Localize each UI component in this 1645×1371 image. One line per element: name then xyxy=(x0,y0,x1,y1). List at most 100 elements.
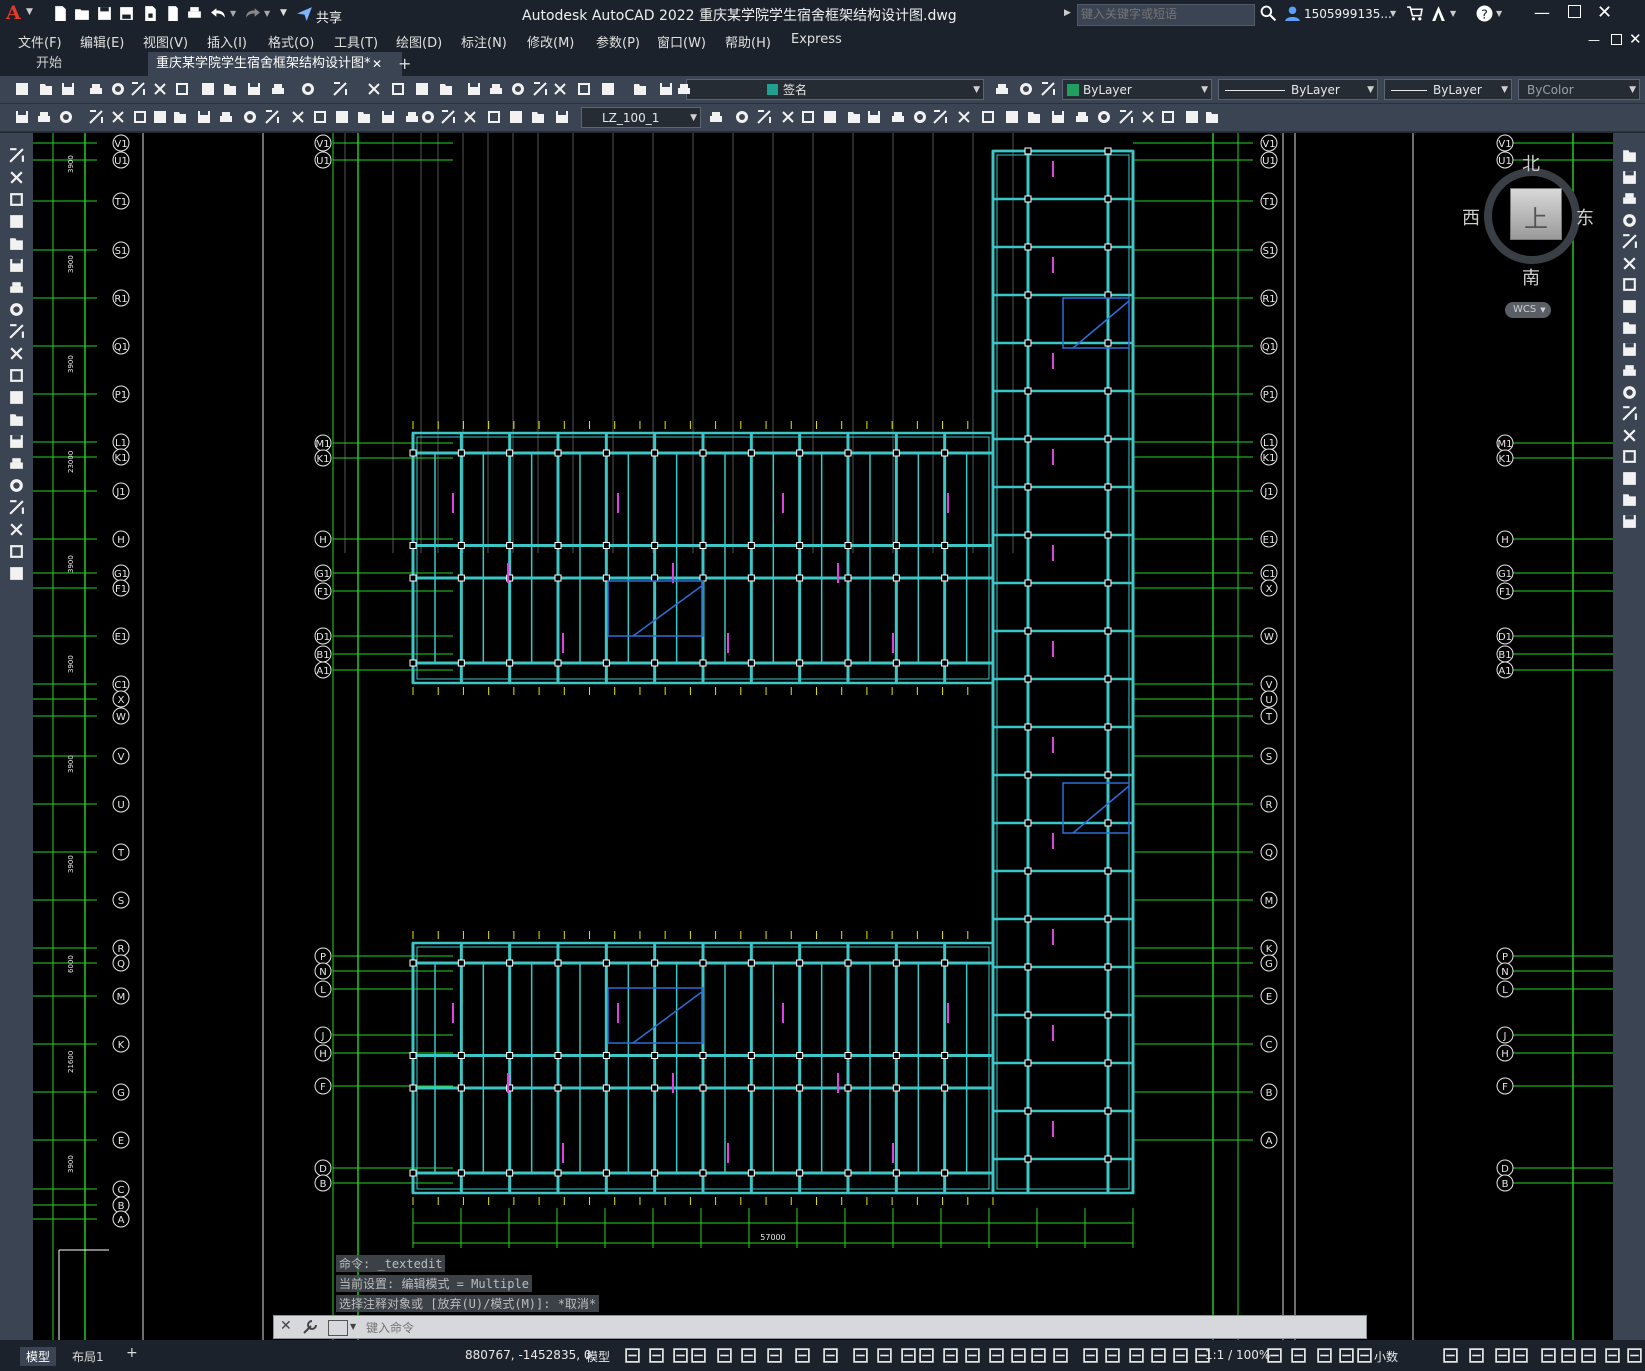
modify-tool-48-icon[interactable] xyxy=(1204,109,1220,125)
compass-east[interactable]: 东 xyxy=(1576,204,1594,230)
modify-tool-19-icon[interactable] xyxy=(420,109,436,125)
modify-side-tool-7-icon[interactable] xyxy=(1621,276,1638,293)
a360-chevron-icon[interactable]: ▼ xyxy=(1450,9,1456,18)
viewcube[interactable]: 上 北 南 西 东 xyxy=(1462,154,1594,289)
model-space-label[interactable]: 模型 xyxy=(586,1348,610,1365)
customize-chevron-icon[interactable]: ▼ xyxy=(280,8,287,18)
draw-tool-2-icon[interactable] xyxy=(8,169,25,186)
command-recent-icon[interactable] xyxy=(328,1320,348,1336)
menu-format[interactable]: 格式(O) xyxy=(268,32,314,51)
standard-tool-13-icon[interactable] xyxy=(300,81,316,97)
share-icon[interactable] xyxy=(296,5,313,22)
autodesk-a360-icon[interactable] xyxy=(1430,5,1447,22)
standard-tool-16-icon[interactable] xyxy=(390,81,406,97)
draw-tool-9-icon[interactable] xyxy=(8,323,25,340)
modify-tool-46-icon[interactable] xyxy=(1160,109,1176,125)
standard-tool-20-icon[interactable] xyxy=(488,81,504,97)
standard-tool-24-icon[interactable] xyxy=(576,81,592,97)
modify-tool-30-icon[interactable] xyxy=(800,109,816,125)
plotstyle-combo[interactable]: ByColor ▼ xyxy=(1518,79,1640,100)
linetype-combo[interactable]: ByLayer ▼ xyxy=(1218,79,1378,100)
menu-draw[interactable]: 绘图(D) xyxy=(396,32,442,51)
modify-tool-26-icon[interactable] xyxy=(708,109,724,125)
save-as-icon[interactable] xyxy=(118,5,135,22)
modify-tool-34-icon[interactable] xyxy=(890,109,906,125)
status-toggle-24-icon[interactable] xyxy=(1172,1347,1189,1364)
menu-modify[interactable]: 修改(M) xyxy=(527,32,574,51)
modify-tool-36-icon[interactable] xyxy=(932,109,948,125)
command-input[interactable] xyxy=(364,1318,1268,1338)
standard-tool-12-icon[interactable] xyxy=(270,81,286,97)
status-toggle-19-icon[interactable] xyxy=(1052,1347,1069,1364)
modify-tool-23-icon[interactable] xyxy=(508,109,524,125)
tab-start[interactable]: 开始 xyxy=(28,52,70,76)
modify-side-tool-16-icon[interactable] xyxy=(1621,470,1638,487)
standard-tool-2-icon[interactable] xyxy=(38,81,54,97)
standard-tool-27-icon[interactable] xyxy=(658,81,674,97)
undo-icon[interactable] xyxy=(210,5,227,22)
standard-tool-21-icon[interactable] xyxy=(510,81,526,97)
modify-tool-21-icon[interactable] xyxy=(462,109,478,125)
status-toggle-25-icon[interactable] xyxy=(1194,1347,1211,1364)
status-toggle-31-icon[interactable] xyxy=(1442,1347,1459,1364)
layer-tool-1-icon[interactable] xyxy=(994,81,1010,97)
modify-tool-7-icon[interactable] xyxy=(152,109,168,125)
menu-window[interactable]: 窗口(W) xyxy=(657,32,706,51)
status-toggle-11-icon[interactable] xyxy=(876,1347,893,1364)
status-toggle-23-icon[interactable] xyxy=(1150,1347,1167,1364)
draw-tool-13-icon[interactable] xyxy=(8,411,25,428)
standard-tool-9-icon[interactable] xyxy=(200,81,216,97)
status-toggle-27-icon[interactable] xyxy=(1290,1347,1307,1364)
status-toggle-18-icon[interactable] xyxy=(1030,1347,1047,1364)
cart-icon[interactable] xyxy=(1406,5,1423,22)
new-tab-button[interactable]: + xyxy=(398,54,411,73)
modify-side-tool-1-icon[interactable] xyxy=(1621,147,1638,164)
user-icon[interactable] xyxy=(1284,5,1301,22)
status-toggle-34-icon[interactable] xyxy=(1512,1347,1529,1364)
share-label[interactable]: 共享 xyxy=(316,7,342,26)
modify-tool-31-icon[interactable] xyxy=(822,109,838,125)
modify-side-tool-9-icon[interactable] xyxy=(1621,319,1638,336)
draw-tool-1-icon[interactable] xyxy=(8,147,25,164)
redo-chevron-icon[interactable]: ▼ xyxy=(264,9,270,18)
new-file-icon[interactable] xyxy=(52,5,69,22)
status-toggle-10-icon[interactable] xyxy=(852,1347,869,1364)
status-toggle-33-icon[interactable] xyxy=(1494,1347,1511,1364)
menu-help[interactable]: 帮助(H) xyxy=(725,32,771,51)
modify-side-tool-17-icon[interactable] xyxy=(1621,491,1638,508)
close-window-icon[interactable]: ✕ xyxy=(1597,2,1612,23)
draw-tool-4-icon[interactable] xyxy=(8,213,25,230)
standard-tool-15-icon[interactable] xyxy=(366,81,382,97)
save-icon[interactable] xyxy=(96,5,113,22)
modify-tool-28-icon[interactable] xyxy=(756,109,772,125)
standard-tool-7-icon[interactable] xyxy=(152,81,168,97)
draw-tool-17-icon[interactable] xyxy=(8,499,25,516)
modify-side-tool-12-icon[interactable] xyxy=(1621,384,1638,401)
draw-tool-19-icon[interactable] xyxy=(8,543,25,560)
status-toggle-15-icon[interactable] xyxy=(964,1347,981,1364)
modify-tool-2-icon[interactable] xyxy=(36,109,52,125)
modify-tool-13-icon[interactable] xyxy=(290,109,306,125)
modify-tool-1-icon[interactable] xyxy=(14,109,30,125)
draw-tool-12-icon[interactable] xyxy=(8,389,25,406)
modify-tool-20-icon[interactable] xyxy=(440,109,456,125)
lineweight-combo[interactable]: ByLayer ▼ xyxy=(1384,79,1512,100)
standard-tool-10-icon[interactable] xyxy=(222,81,238,97)
command-close-icon[interactable]: ✕ xyxy=(280,1318,292,1334)
status-toggle-17-icon[interactable] xyxy=(1010,1347,1027,1364)
status-toggle-21-icon[interactable] xyxy=(1104,1347,1121,1364)
draw-tool-16-icon[interactable] xyxy=(8,477,25,494)
modify-tool-12-icon[interactable] xyxy=(264,109,280,125)
draw-tool-11-icon[interactable] xyxy=(8,367,25,384)
standard-tool-3-icon[interactable] xyxy=(60,81,76,97)
open-file-icon[interactable] xyxy=(74,5,91,22)
open-web-icon[interactable] xyxy=(142,5,159,22)
undo-chevron-icon[interactable]: ▼ xyxy=(230,9,236,18)
standard-tool-4-icon[interactable] xyxy=(88,81,104,97)
modify-tool-9-icon[interactable] xyxy=(196,109,212,125)
modify-tool-38-icon[interactable] xyxy=(980,109,996,125)
modify-tool-35-icon[interactable] xyxy=(912,109,928,125)
status-toggle-3-icon[interactable] xyxy=(672,1347,689,1364)
modify-tool-15-icon[interactable] xyxy=(334,109,350,125)
modify-side-tool-14-icon[interactable] xyxy=(1621,427,1638,444)
